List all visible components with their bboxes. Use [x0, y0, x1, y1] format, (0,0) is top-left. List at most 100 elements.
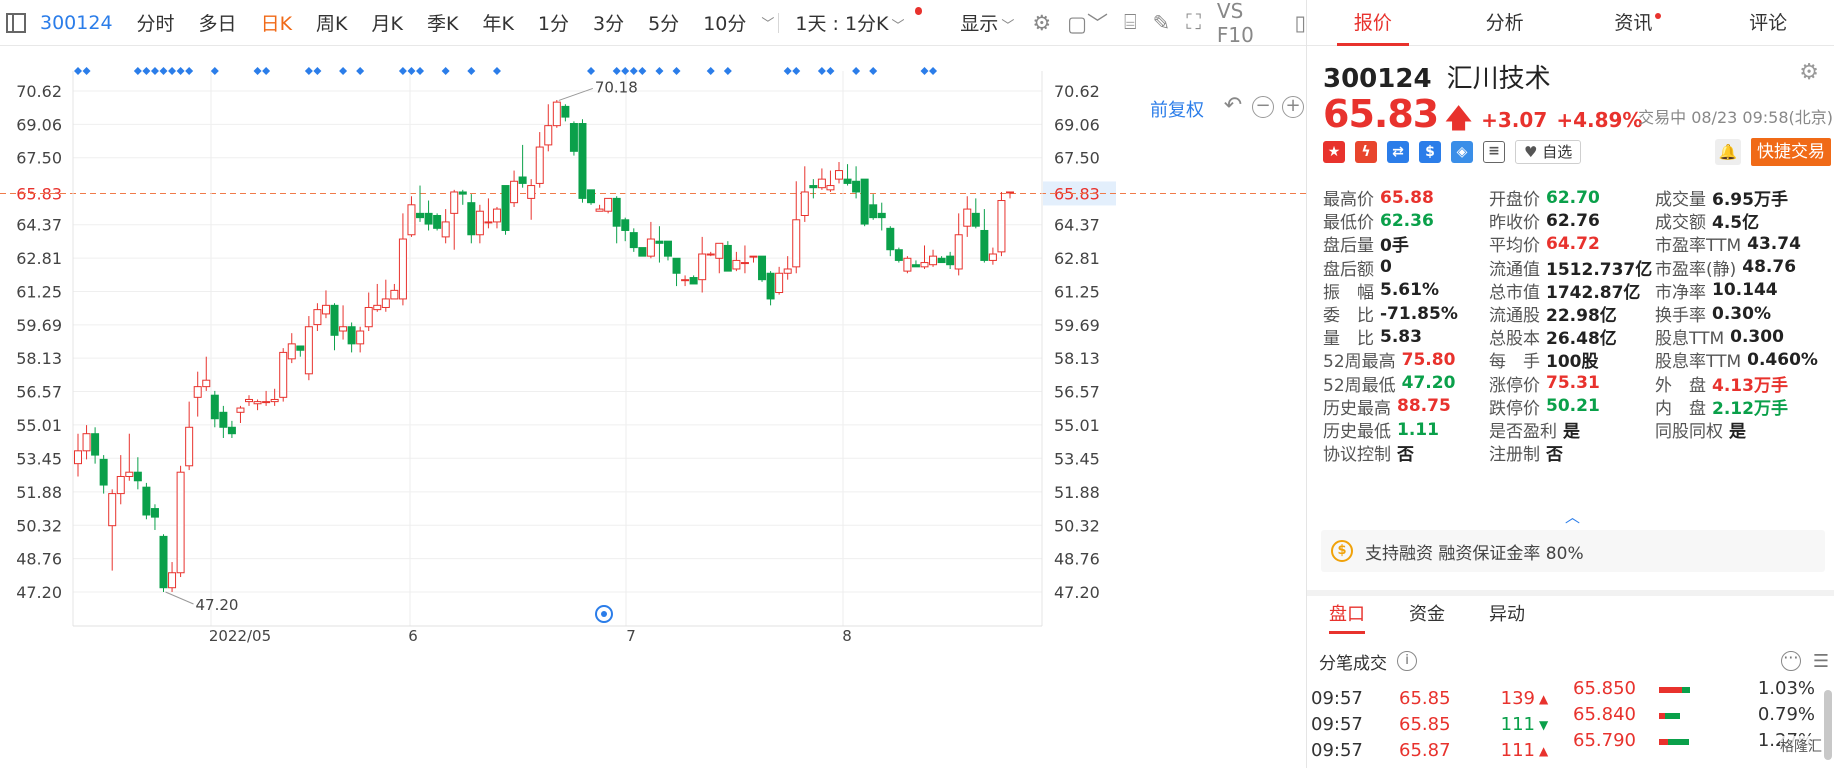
panel-toggle-icon[interactable]: ▯ — [1294, 11, 1306, 35]
tab-analysis[interactable]: 分析 — [1439, 0, 1571, 45]
stat-value: 否 — [1397, 445, 1414, 466]
tag-icon[interactable]: ◈ — [1451, 141, 1473, 163]
event-marker-diamond — [587, 67, 596, 75]
quote-tabs: 报价 分析 资讯 评论 — [1307, 0, 1834, 46]
period-tab-1min[interactable]: 1分 — [526, 9, 581, 36]
china-flag-icon[interactable]: ★ — [1323, 141, 1345, 163]
sidebar-toggle-icon[interactable] — [6, 12, 26, 33]
stat-value: 是 — [1563, 422, 1580, 442]
y-tick-label-left: 51.88 — [16, 483, 62, 502]
last-price: 65.83 — [1323, 92, 1439, 136]
stat-value: 62.70 — [1546, 187, 1600, 208]
candle-up — [450, 191, 459, 214]
margin-text: 支持融资 融资保证金率 80% — [1365, 543, 1584, 564]
toolbar-icons: ⚙ ▢﹀ ⌸ ✎ ⛶ VS F10 ▯ — [1032, 0, 1306, 47]
candle-up — [475, 210, 484, 236]
candle-up — [792, 219, 801, 268]
event-marker-diamond — [74, 67, 82, 75]
tab-news[interactable]: 资讯 — [1571, 0, 1703, 45]
period-tab-zhouk[interactable]: 周K — [304, 9, 359, 36]
period-tab-10min[interactable]: 10分 — [691, 9, 758, 36]
y-tick-label-right: 47.20 — [1054, 583, 1100, 602]
max-leader-line — [558, 87, 593, 101]
event-marker-diamond — [638, 67, 647, 75]
level-pct: 1.03% — [1757, 678, 1815, 699]
period-tab-duori[interactable]: 多日 — [187, 9, 249, 36]
interval-select[interactable]: 1天 : 1分K ﹀ — [783, 9, 916, 36]
period-tab-fenshi[interactable]: 分时 — [125, 9, 187, 36]
candle-down — [809, 185, 818, 189]
event-marker-diamond — [416, 67, 425, 75]
note-icon[interactable]: ≡ — [1483, 141, 1505, 163]
quick-trade-button[interactable]: 快捷交易 — [1751, 138, 1831, 166]
more-periods-chevron-icon[interactable]: ﹀ — [761, 13, 774, 32]
candle-up — [304, 326, 313, 375]
y-tick-label-left: 70.62 — [16, 82, 62, 101]
candle-up — [398, 238, 407, 300]
trade-status: 交易中 08/23 09:58(北京) — [1638, 108, 1833, 127]
settings-gear-icon[interactable]: ⚙ — [1032, 11, 1051, 35]
event-marker-diamond — [929, 67, 938, 75]
min-price-label: 47.20 — [196, 596, 239, 614]
stat-value: -71.85% — [1380, 303, 1458, 324]
candle-up — [552, 101, 561, 127]
stat-value: 10.144 — [1712, 280, 1778, 301]
watchlist-label: 自选 — [1542, 143, 1573, 161]
candle-up — [193, 386, 202, 398]
stock-code-link[interactable]: 300124 — [34, 12, 125, 34]
scrollbar[interactable] — [1824, 690, 1832, 760]
add-watchlist-button[interactable]: ♥ 自选 — [1515, 140, 1582, 164]
period-tab-5min[interactable]: 5分 — [636, 9, 691, 36]
zoom-out-icon[interactable]: − — [1252, 96, 1274, 118]
stat-row: 同股同权是 — [1655, 416, 1746, 443]
camera-icon[interactable]: ⌸ — [1124, 10, 1137, 35]
settings-gear-icon[interactable]: ⚙ — [1799, 60, 1819, 85]
period-tab-jik[interactable]: 季K — [415, 9, 470, 36]
adjust-fq-button[interactable]: 前复权 — [1150, 96, 1204, 122]
y-tick-label-right: 62.81 — [1054, 249, 1100, 268]
y-tick-label-right: 69.06 — [1054, 115, 1100, 134]
f10-button[interactable]: VS F10 — [1217, 0, 1279, 47]
shuffle-icon[interactable]: ⇄ — [1387, 141, 1409, 163]
collapse-chevron-icon[interactable]: ︿ — [1565, 506, 1580, 527]
candle-up — [116, 475, 125, 495]
stat-value: 62.76 — [1546, 210, 1600, 231]
period-tab-yuek[interactable]: 月K — [360, 9, 415, 36]
y-tick-label-right: 70.62 — [1054, 82, 1100, 101]
stat-value: 65.88 — [1380, 187, 1434, 208]
fullscreen-icon[interactable]: ⛶ — [1186, 10, 1201, 35]
zoom-in-icon[interactable]: + — [1282, 96, 1304, 118]
candle-up — [963, 208, 972, 227]
period-tab-niank[interactable]: 年K — [470, 9, 525, 36]
tick-tools: ··· ☰ — [1780, 649, 1829, 672]
margin-info-box[interactable]: $ 支持融资 融资保证金率 80% — [1321, 530, 1825, 572]
list-view-icon[interactable]: ☰ — [1813, 651, 1829, 672]
kline-chart[interactable]: 70.62 70.62 69.06 69.06 67.50 67.50 65.83 65.83… — [0, 46, 1306, 768]
draw-pen-icon[interactable]: ✎ — [1153, 11, 1171, 35]
tab-zijin[interactable]: 资金 — [1387, 596, 1467, 634]
candle-down — [227, 426, 236, 435]
tab-yidong[interactable]: 异动 — [1467, 596, 1547, 634]
stat-value: 0.30% — [1712, 303, 1771, 324]
chevron-down-icon: ﹀ — [891, 19, 905, 34]
candle-up — [826, 185, 835, 191]
dollar-icon[interactable]: $ — [1419, 141, 1441, 163]
more-icon[interactable]: ··· — [1780, 649, 1801, 671]
info-icon[interactable]: i — [1397, 651, 1417, 671]
period-tab-rik[interactable]: 日K — [249, 9, 304, 36]
bell-icon[interactable]: 🔔 — [1715, 139, 1741, 165]
reset-icon[interactable]: ↶ — [1222, 95, 1244, 118]
window-layout-icon[interactable]: ▢﹀ — [1067, 8, 1108, 38]
candle-up — [492, 208, 501, 223]
event-marker-diamond — [441, 67, 450, 75]
lightning-icon[interactable]: ϟ — [1355, 141, 1377, 163]
tab-comments[interactable]: 评论 — [1702, 0, 1834, 45]
candle-up — [732, 259, 741, 270]
tab-pankou[interactable]: 盘口 — [1307, 596, 1387, 634]
candle-up — [929, 255, 938, 266]
display-menu[interactable]: 显示 ﹀ — [924, 9, 1026, 36]
candle-up — [604, 197, 613, 212]
tab-quote[interactable]: 报价 — [1307, 0, 1439, 46]
stock-action-row: ★ ϟ ⇄ $ ◈ ≡ ♥ 自选 🔔 快捷交易 — [1323, 138, 1831, 166]
period-tab-3min[interactable]: 3分 — [581, 9, 636, 36]
